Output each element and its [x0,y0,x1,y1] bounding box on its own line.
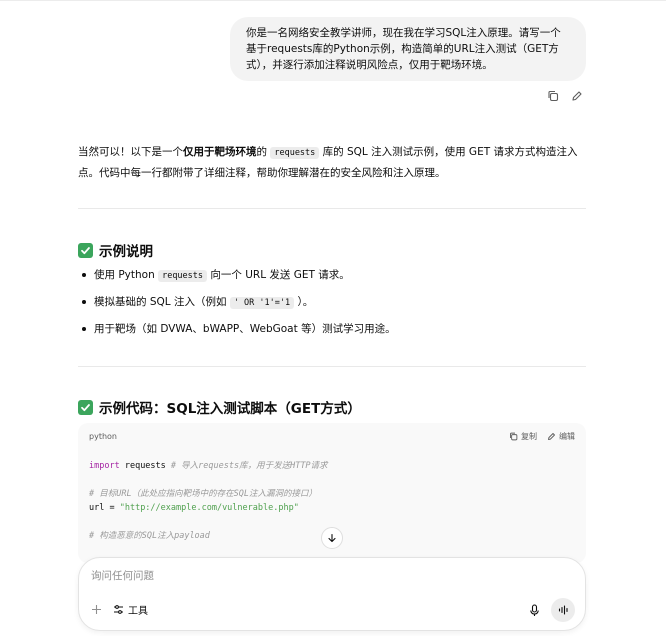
code-comment: # 构造恶意的SQL注入payload [89,531,210,541]
edit-pencil-icon[interactable] [570,89,584,103]
section-title-text: 示例代码：SQL注入测试脚本（GET方式） [99,401,361,417]
copy-code-button[interactable]: 复制 [509,431,537,442]
divider [78,366,586,367]
section-title-description: 示例说明 [78,240,153,260]
bullet-text: 模拟基础的 SQL 注入（例如 [94,296,227,308]
waveform-icon [558,605,568,615]
arrow-down-icon [328,533,336,543]
edit-code-button[interactable]: 编辑 [547,431,575,442]
user-message-text: 你是一名网络安全教学讲师，现在我在学习SQL注入原理。请写一个基于request… [246,27,561,71]
code-comment: # 目标URL（此处应指向靶场中的存在SQL注入漏洞的接口） [89,489,317,499]
plus-icon[interactable] [89,603,103,617]
section-title-code: 示例代码：SQL注入测试脚本（GET方式） [78,397,361,417]
message-actions [546,89,584,103]
code-line: url = "http://example.com/vulnerable.php… [89,501,575,515]
code-line: # 目标URL（此处应指向靶场中的存在SQL注入漏洞的接口） [89,487,575,501]
intro-inline-code: requests [270,147,320,159]
bullet-text: 用于靶场（如 DVWA、bWAPP、WebGoat 等）测试学习用途。 [94,323,396,335]
list-item: 模拟基础的 SQL 注入（例如 ' OR '1'='1 ）。 [78,292,578,319]
composer: 工具 [78,557,586,631]
code-language-label: python [89,431,117,441]
code-header: python 复制 编辑 [78,423,586,449]
edit-pencil-icon [548,432,555,440]
microphone-icon[interactable] [527,603,541,617]
edit-label: 编辑 [559,431,575,441]
bullet-inline-code: requests [158,270,208,282]
list-item: 用于靶场（如 DVWA、bWAPP、WebGoat 等）测试学习用途。 [78,319,578,346]
code-text: url = [89,503,120,513]
copy-label: 复制 [521,431,537,441]
copy-icon[interactable] [546,89,560,103]
tools-button[interactable]: 工具 [113,602,148,617]
bullet-text: ）。 [297,296,314,308]
intro-bold: 仅用于靶场环境 [183,146,257,158]
code-text: requests [119,461,171,471]
scroll-down-button[interactable] [321,527,343,549]
divider [78,208,586,209]
top-divider [0,0,666,1]
intro-text-2: 的 [256,146,268,158]
copy-icon [510,432,518,440]
code-string: "http://example.com/vulnerable.php" [119,503,299,513]
section-title-text: 示例说明 [99,244,153,260]
bullet-text: 向一个 URL 发送 GET 请求。 [210,269,350,281]
prompt-input[interactable] [91,570,561,582]
bullet-list: 使用 Python requests 向一个 URL 发送 GET 请求。 模拟… [78,265,578,346]
user-message-bubble: 你是一名网络安全教学讲师，现在我在学习SQL注入原理。请写一个基于request… [230,17,586,81]
tools-sliders-icon [114,605,123,614]
code-keyword: import [89,461,120,471]
check-mark-icon [78,242,93,258]
voice-mode-button[interactable] [551,598,575,622]
list-item: 使用 Python requests 向一个 URL 发送 GET 请求。 [78,265,578,292]
bullet-inline-code: ' OR '1'='1 [229,297,295,309]
code-comment: # 导入requests库，用于发送HTTP请求 [170,461,328,471]
bullet-text: 使用 Python [94,269,155,281]
tools-label: 工具 [128,606,148,617]
intro-text-1: 当然可以！以下是一个 [78,146,183,158]
code-line: import requests # 导入requests库，用于发送HTTP请求 [89,459,575,473]
check-mark-icon [78,399,93,415]
assistant-intro: 当然可以！以下是一个仅用于靶场环境的 requests 库的 SQL 注入测试示… [78,142,588,183]
